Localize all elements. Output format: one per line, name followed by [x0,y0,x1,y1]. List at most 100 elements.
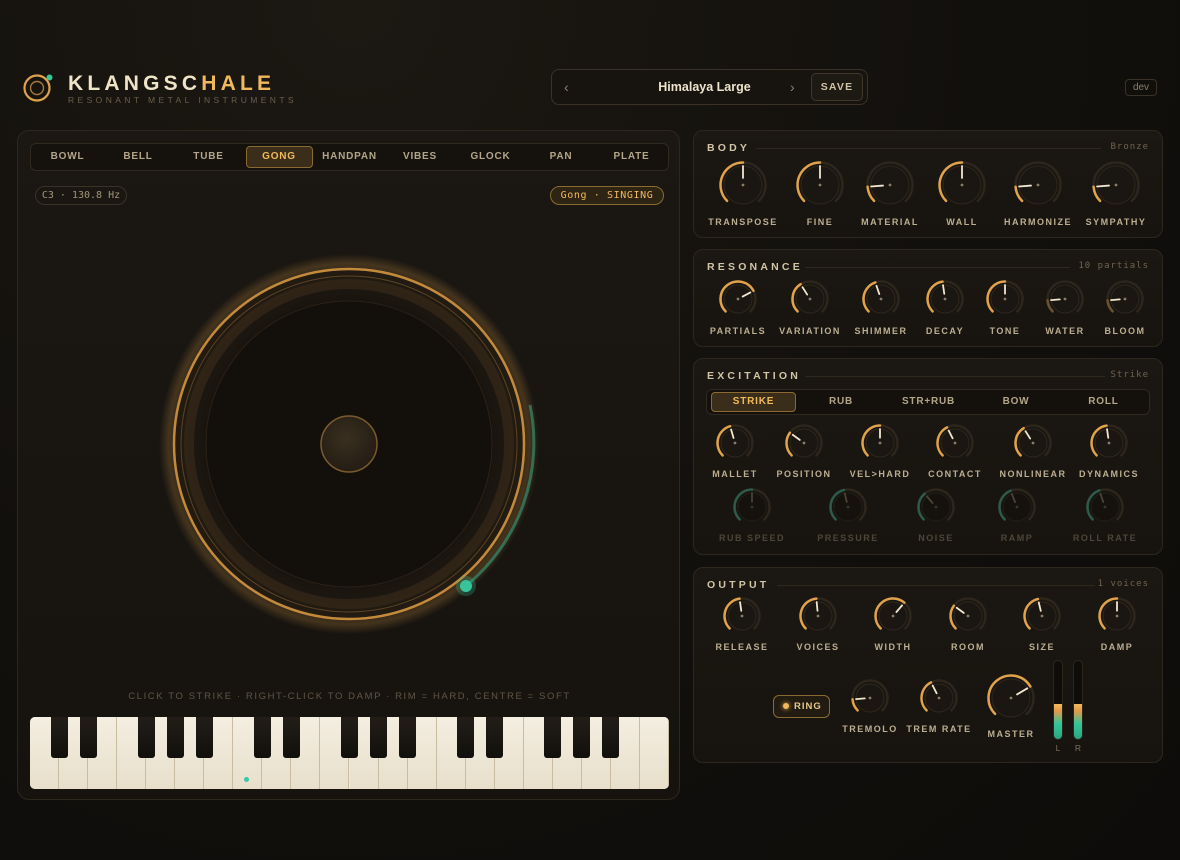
section-title: BODY [707,142,751,154]
gong-surface[interactable] [18,211,681,681]
mode-str-rub[interactable]: STR+RUB [886,392,971,412]
width-knob[interactable] [872,595,914,637]
ring-toggle[interactable]: RING [773,695,830,718]
tab-plate[interactable]: PLATE [598,146,665,168]
black-key[interactable] [50,717,68,758]
mallet-knob[interactable] [714,422,756,464]
tab-bowl[interactable]: BOWL [34,146,101,168]
level-meter-l [1053,660,1063,740]
vel-hard-knob[interactable] [859,422,901,464]
interaction-hint: CLICK TO STRIKE · RIGHT-CLICK TO DAMP · … [128,691,571,702]
preset-next-button[interactable]: › [790,79,795,95]
sympathy-knob[interactable] [1090,159,1142,211]
section-title: OUTPUT [707,579,770,591]
tremolo-knob[interactable] [849,677,891,719]
fine-knob[interactable] [794,159,846,211]
partials-knob[interactable] [717,278,759,320]
damp-label: DAMP [1100,642,1134,652]
note-badge: C3 · 130.8 Hz [35,186,127,205]
meter-label: R [1074,743,1082,753]
excitation-mode-readout: Strike [1110,370,1149,380]
pressure-knob[interactable] [827,486,869,528]
black-key[interactable] [282,717,300,758]
black-key[interactable] [79,717,97,758]
meter-fill [1054,703,1062,739]
black-key[interactable] [602,717,620,758]
harmonize-label: HARMONIZE [1004,217,1072,227]
gong-boss [320,415,378,473]
trem-rate-knob[interactable] [918,677,960,719]
excitation-section: EXCITATION Strike STRIKE RUB STR+RUB BOW ROL… [693,358,1163,555]
damp-knob[interactable] [1096,595,1138,637]
tab-pan[interactable]: PAN [528,146,595,168]
noise-label: NOISE [918,533,954,543]
mode-roll[interactable]: ROLL [1061,392,1146,412]
black-key[interactable] [166,717,184,758]
bloom-label: BLOOM [1104,326,1146,336]
instrument-tabs: BOWL BELL TUBE GONG HANDPAN VIBES GLOCK PAN PLAT… [30,143,669,171]
white-key[interactable] [639,717,669,789]
mode-badge: Gong · SINGING [550,186,664,205]
tab-glock[interactable]: GLOCK [457,146,524,168]
ring-indicator [783,703,789,709]
save-button[interactable]: SAVE [811,73,863,101]
black-key[interactable] [399,717,417,758]
noise-knob[interactable] [915,486,957,528]
water-knob[interactable] [1044,278,1086,320]
harmonize-knob[interactable] [1012,159,1064,211]
wall-knob[interactable] [936,159,988,211]
black-key[interactable] [195,717,213,758]
dev-badge[interactable]: dev [1125,79,1157,96]
mode-strike[interactable]: STRIKE [711,392,796,412]
tab-bell[interactable]: BELL [105,146,172,168]
meter-label: L [1055,743,1061,753]
variation-knob[interactable] [789,278,831,320]
ramp-knob[interactable] [996,486,1038,528]
preset-selector: ‹ Himalaya Large › SAVE [551,69,868,105]
black-key[interactable] [137,717,155,758]
tab-handpan[interactable]: HANDPAN [316,146,383,168]
black-key[interactable] [253,717,271,758]
black-key[interactable] [544,717,562,758]
nonlinear-knob[interactable] [1012,422,1054,464]
partials-readout: 10 partials [1078,261,1149,271]
tab-tube[interactable]: TUBE [175,146,242,168]
tab-vibes[interactable]: VIBES [387,146,454,168]
bloom-knob[interactable] [1104,278,1146,320]
decay-knob[interactable] [924,278,966,320]
dynamics-knob[interactable] [1088,422,1130,464]
transpose-knob[interactable] [717,159,769,211]
position-knob[interactable] [783,422,825,464]
room-knob[interactable] [947,595,989,637]
material-knob[interactable] [864,159,916,211]
black-key[interactable] [341,717,358,758]
contact-knob[interactable] [934,422,976,464]
contact-label: CONTACT [928,469,982,479]
pressure-label: PRESSURE [817,533,879,543]
body-material-readout: Bronze [1110,142,1149,152]
roll-rate-knob[interactable] [1084,486,1126,528]
app-tagline: RESONANT METAL INSTRUMENTS [68,95,297,105]
tab-gong[interactable]: GONG [245,146,313,168]
piano-keyboard [30,717,669,789]
roll-rate-label: ROLL RATE [1072,533,1138,543]
size-knob[interactable] [1021,595,1063,637]
rub-speed-knob[interactable] [731,486,773,528]
output-section: OUTPUT 1 voices RING RELEASE VOICES WIDTH R… [693,567,1163,763]
black-key[interactable] [457,717,475,758]
black-key[interactable] [370,717,388,758]
shimmer-knob[interactable] [860,278,902,320]
black-key[interactable] [486,717,504,758]
tone-knob[interactable] [984,278,1026,320]
rub-speed-label: RUB SPEED [718,533,785,543]
release-knob[interactable] [721,595,763,637]
dynamics-label: DYNAMICS [1078,469,1139,479]
logo-icon [23,74,53,102]
preset-prev-button[interactable]: ‹ [564,79,569,95]
black-key[interactable] [573,717,591,758]
voices-knob[interactable] [797,595,839,637]
mode-rub[interactable]: RUB [799,392,884,412]
voices-readout: 1 voices [1097,579,1149,589]
mode-bow[interactable]: BOW [974,392,1059,412]
master-knob[interactable] [985,672,1037,724]
